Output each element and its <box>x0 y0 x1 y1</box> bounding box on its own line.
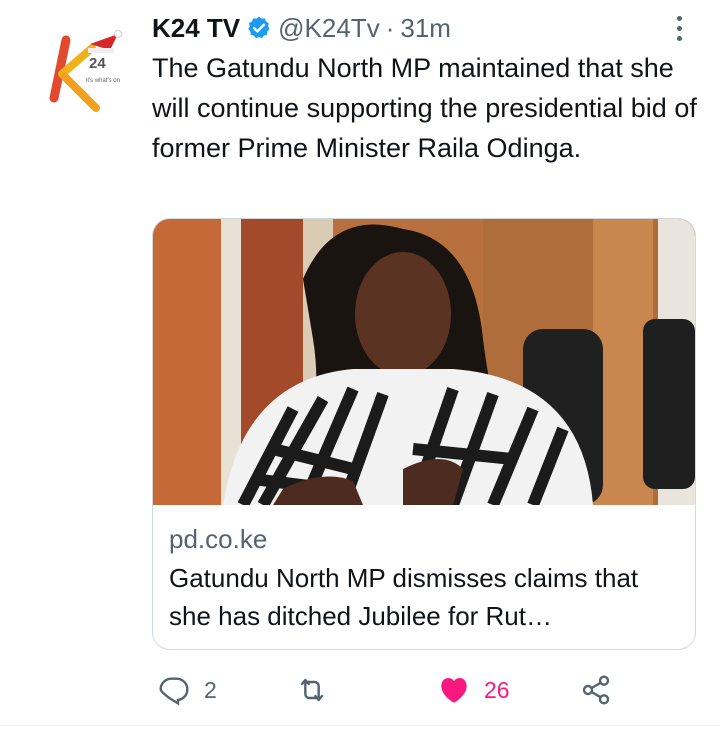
tweet-header: K24 TV @K24Tv · 31m <box>152 8 451 48</box>
more-options-icon[interactable] <box>664 10 694 46</box>
heart-icon <box>441 677 467 703</box>
tweet-text: The Gatundu North MP maintained that she… <box>152 53 697 163</box>
share-button[interactable] <box>580 670 612 710</box>
reply-icon <box>159 677 189 706</box>
card-body: pd.co.ke Gatundu North MP dismisses clai… <box>169 521 684 635</box>
tweet-actions: 2 26 <box>152 670 707 710</box>
tweet-divider <box>0 725 720 726</box>
card-title: Gatundu North MP dismisses claims that s… <box>169 563 639 631</box>
account-name[interactable]: K24 TV <box>152 13 240 44</box>
verified-badge-icon <box>248 16 270 39</box>
card-domain: pd.co.ke <box>169 524 268 554</box>
avatar[interactable]: 24 it's what's on <box>40 22 140 122</box>
svg-text:24: 24 <box>89 55 106 72</box>
reply-count: 2 <box>204 676 217 703</box>
reply-button[interactable]: 2 <box>158 670 217 710</box>
like-button[interactable]: 26 <box>438 670 510 710</box>
retweet-button[interactable] <box>296 670 342 710</box>
like-count: 26 <box>484 676 510 703</box>
svg-text:it's what's on: it's what's on <box>86 78 120 84</box>
tweet-timestamp[interactable]: 31m <box>400 13 451 44</box>
account-handle[interactable]: @K24Tv <box>278 13 380 44</box>
retweet-icon <box>300 678 324 702</box>
header-separator: · <box>385 12 395 43</box>
share-icon <box>582 675 610 705</box>
card-photo <box>153 219 695 505</box>
link-card[interactable]: pd.co.ke Gatundu North MP dismisses clai… <box>152 218 696 650</box>
k24-logo: 24 it's what's on <box>49 30 122 112</box>
